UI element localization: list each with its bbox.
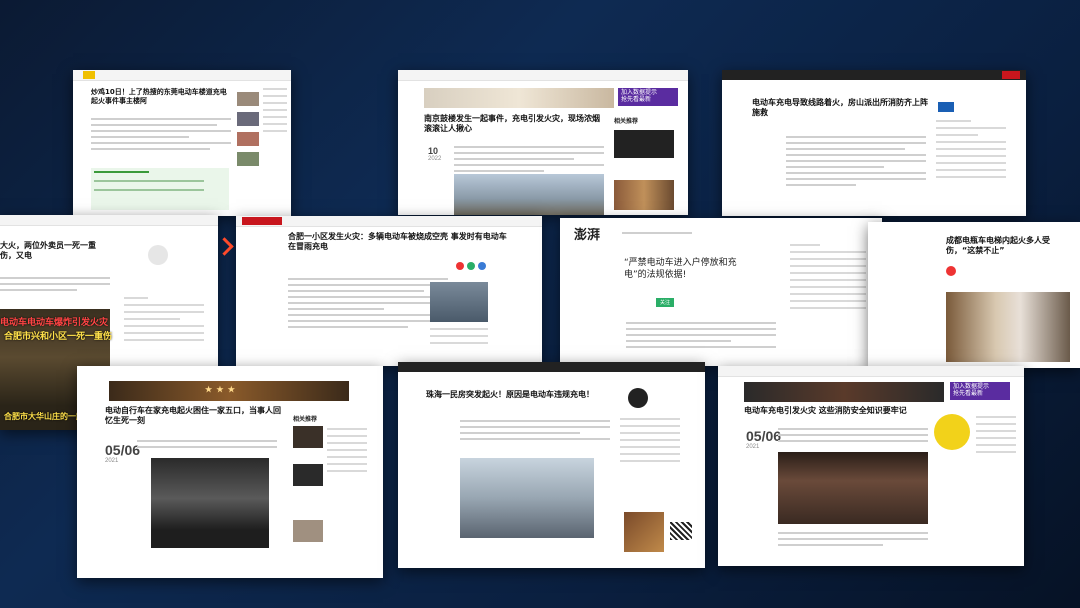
sidebar: [620, 418, 680, 467]
article-body: [626, 322, 776, 352]
article-body: [454, 146, 604, 176]
photo-caption: 合肥市兴和小区一死一重伤: [4, 331, 113, 341]
site-topbar: [236, 216, 542, 227]
site-topbar: [73, 70, 291, 81]
article-title: 大火，两位外卖员一死一重伤，又电: [0, 241, 96, 261]
site-topbar: [722, 70, 1026, 80]
publish-date: 10 2022: [428, 146, 442, 162]
article-title: 成都电瓶车电梯内起火多人受伤，“这禁不止”: [946, 236, 1050, 256]
article-card-dongguan[interactable]: 炒鸡10日！上了热搜的东莞电动车楼道充电起火事件事主楼阿: [73, 70, 291, 216]
date-year: 2021: [105, 458, 119, 464]
banner-ad: [744, 382, 944, 402]
article-card-nanjing[interactable]: 加入数据提示 抢先看最新 南京鼓楼发生一起事件，充电引发火灾，现场浓烟滚滚让人揪心…: [398, 70, 688, 215]
article-body: [288, 278, 448, 332]
sidebar: [327, 428, 367, 477]
thumbnail: [614, 180, 674, 210]
site-topbar: [398, 70, 688, 81]
article-photo: [151, 458, 269, 548]
nav-menu: [622, 232, 692, 238]
sidebar: [790, 244, 866, 314]
article-photo: [778, 452, 928, 524]
article-title: 电动车充电导致线路着火，房山派出所消防齐上阵施救: [752, 98, 928, 118]
article-body: [786, 136, 926, 190]
article-photo: [460, 458, 594, 538]
article-card-fangshan[interactable]: 电动车充电导致线路着火，房山派出所消防齐上阵施救: [722, 70, 1026, 216]
sidebar: [430, 328, 488, 349]
article-body: [460, 420, 610, 444]
sidebar-heading: 相关推荐: [293, 416, 318, 423]
sidebar: [124, 297, 204, 346]
article-photo: [430, 282, 488, 322]
article-card-thepaper[interactable]: 澎湃 “严禁电动车进入户停放和充电”的法规依据! 关注: [560, 218, 882, 366]
author-avatar: [946, 266, 956, 276]
sidebar-heading: 相关推荐: [614, 118, 639, 125]
thumbnail: [293, 426, 323, 448]
banner-ad: [424, 88, 614, 108]
photo-caption: 电动车电动车爆炸引发火灾: [0, 317, 109, 327]
article-title: 炒鸡10日！上了热搜的东莞电动车楼道充电起火事件事主楼阿: [91, 88, 227, 105]
thumbnail: [237, 112, 259, 126]
article-title: 电动自行车在家充电起火困住一家五口，当事人回忆生死一刻: [105, 406, 281, 426]
source-logo: [938, 102, 954, 112]
chevron-right-icon: [215, 237, 234, 256]
site-topbar: [398, 362, 705, 372]
thumbnail: [293, 464, 323, 486]
publish-date: 05/06 2021: [746, 428, 781, 450]
article-body: [91, 118, 231, 154]
article-body: [0, 277, 110, 295]
article-title: 合肥一小区发生火灾：多辆电动车被烧成空壳 事发时有电动车在冒雨充电: [288, 232, 507, 252]
weibo-icon[interactable]: [456, 262, 464, 270]
author-avatar: [628, 388, 648, 408]
sidebar: [263, 88, 287, 137]
article-photo: [454, 174, 604, 215]
article-card-hefei-community[interactable]: 合肥一小区发生火灾：多辆电动车被烧成空壳 事发时有电动车在冒雨充电: [236, 216, 542, 366]
sidebar: [936, 120, 1006, 183]
date-day: 05/06: [105, 442, 141, 458]
article-card-safety-tips[interactable]: 加入数据提示 抢先看最新 电动车充电引发火灾 这些消防安全知识要牢记 05/06 2…: [718, 366, 1024, 566]
banner-ad: ★ ★ ★: [109, 381, 349, 401]
site-logo: 澎湃: [574, 228, 601, 243]
date-day: 05/06: [746, 428, 782, 444]
thumbnail: [624, 512, 664, 552]
article-photo: [946, 292, 1070, 362]
article-title: 电动车充电引发火灾 这些消防安全知识要牢记: [744, 406, 907, 415]
follow-button[interactable]: 关注: [656, 298, 675, 307]
site-topbar: [0, 215, 218, 226]
article-title: 南京鼓楼发生一起事件，充电引发火灾，现场浓烟滚滚让人揪心: [424, 114, 600, 134]
thumbnail: [614, 130, 674, 158]
article-card-chengdu[interactable]: 成都电瓶车电梯内起火多人受伤，“这禁不止”: [868, 222, 1080, 368]
thumbnail: [934, 414, 970, 450]
article-card-family-five[interactable]: ★ ★ ★ 电动自行车在家充电起火困住一家五口，当事人回忆生死一刻 05/06 2…: [77, 366, 383, 578]
thumbnail: [237, 152, 259, 166]
date-year: 2021: [746, 444, 760, 450]
thumbnail: [237, 132, 259, 146]
promo-box: [91, 168, 229, 210]
article-body: [778, 532, 928, 550]
author-avatar: [148, 245, 168, 265]
banner-text: ★ ★ ★: [205, 385, 236, 394]
article-title: “严禁电动车进入户停放和充电”的法规依据!: [624, 258, 737, 280]
qq-icon[interactable]: [478, 262, 486, 270]
promo-badge: 加入数据提示 抢先看最新: [618, 88, 678, 106]
site-topbar: [718, 366, 1024, 377]
promo-badge: 加入数据提示 抢先看最新: [950, 382, 1010, 400]
share-icons[interactable]: [456, 262, 486, 278]
thumbnail: [293, 520, 323, 542]
article-body: [778, 428, 928, 446]
article-card-zhuhai[interactable]: 珠海一民房突发起火！原因是电动车违规充电！: [398, 362, 705, 568]
article-body: [137, 440, 277, 452]
site-logo: [83, 71, 95, 79]
sidebar: [976, 416, 1016, 458]
publish-date: 05/06 2021: [105, 442, 140, 464]
wechat-icon[interactable]: [467, 262, 475, 270]
thumbnail: [237, 92, 259, 106]
qr-code: [670, 522, 692, 540]
article-title: 珠海一民房突发起火！原因是电动车违规充电！: [426, 390, 594, 399]
